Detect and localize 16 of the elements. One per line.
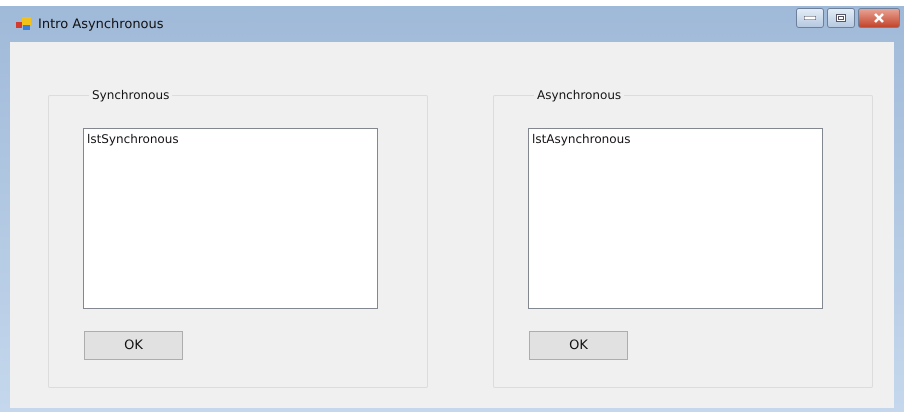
close-icon <box>873 13 885 23</box>
group-title: Asynchronous <box>536 88 622 102</box>
window-title: Intro Asynchronous <box>38 16 164 32</box>
close-button[interactable] <box>858 8 900 28</box>
maximize-icon <box>836 14 846 22</box>
ok-button[interactable]: OK <box>529 331 628 360</box>
app-icon <box>16 17 32 31</box>
minimize-icon <box>804 16 816 20</box>
maximize-button[interactable] <box>827 8 855 28</box>
list-box[interactable]: lstAsynchronous <box>528 128 823 309</box>
list-item[interactable]: lstSynchronous <box>87 132 374 146</box>
group-title: Synchronous <box>91 88 170 102</box>
list-box[interactable]: lstSynchronous <box>83 128 378 309</box>
ok-button[interactable]: OK <box>84 331 183 360</box>
minimize-button[interactable] <box>796 8 824 28</box>
list-item[interactable]: lstAsynchronous <box>532 132 819 146</box>
